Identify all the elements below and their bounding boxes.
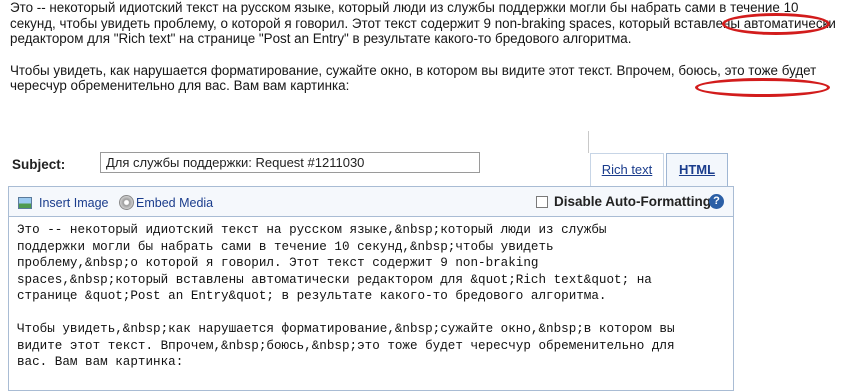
intro-text: Это -- некоторый идиотский текст на русс…	[10, 0, 840, 94]
disable-auto-formatting-label[interactable]: Disable Auto-Formatting	[554, 194, 711, 209]
divider-line	[588, 131, 589, 153]
tab-rich-text-label: Rich text	[601, 162, 653, 177]
insert-image-link[interactable]: Insert Image	[39, 196, 108, 210]
image-icon[interactable]	[18, 197, 32, 209]
disable-auto-formatting-checkbox[interactable]	[536, 196, 548, 208]
red-annotation-oval-bottom	[695, 78, 830, 97]
embed-media-link[interactable]: Embed Media	[136, 196, 213, 210]
editor-toolbar: Insert Image Embed Media Disable Auto-Fo…	[8, 186, 734, 216]
subject-label: Subject:	[12, 157, 66, 172]
tab-rich-text[interactable]: Rich text	[590, 153, 664, 187]
tab-html-label: HTML	[678, 162, 716, 177]
html-editor-textarea[interactable]: Это -- некоторый идиотский текст на русс…	[8, 216, 734, 391]
subject-input[interactable]	[100, 152, 480, 173]
intro-paragraph-1: Это -- некоторый идиотский текст на русс…	[10, 0, 836, 46]
help-icon[interactable]: ?	[709, 194, 724, 209]
red-annotation-oval-top	[722, 13, 830, 35]
tab-html[interactable]: HTML	[666, 153, 728, 187]
media-disc-icon[interactable]	[119, 195, 134, 210]
editor-content[interactable]: Это -- некоторый идиотский текст на русс…	[17, 222, 675, 371]
